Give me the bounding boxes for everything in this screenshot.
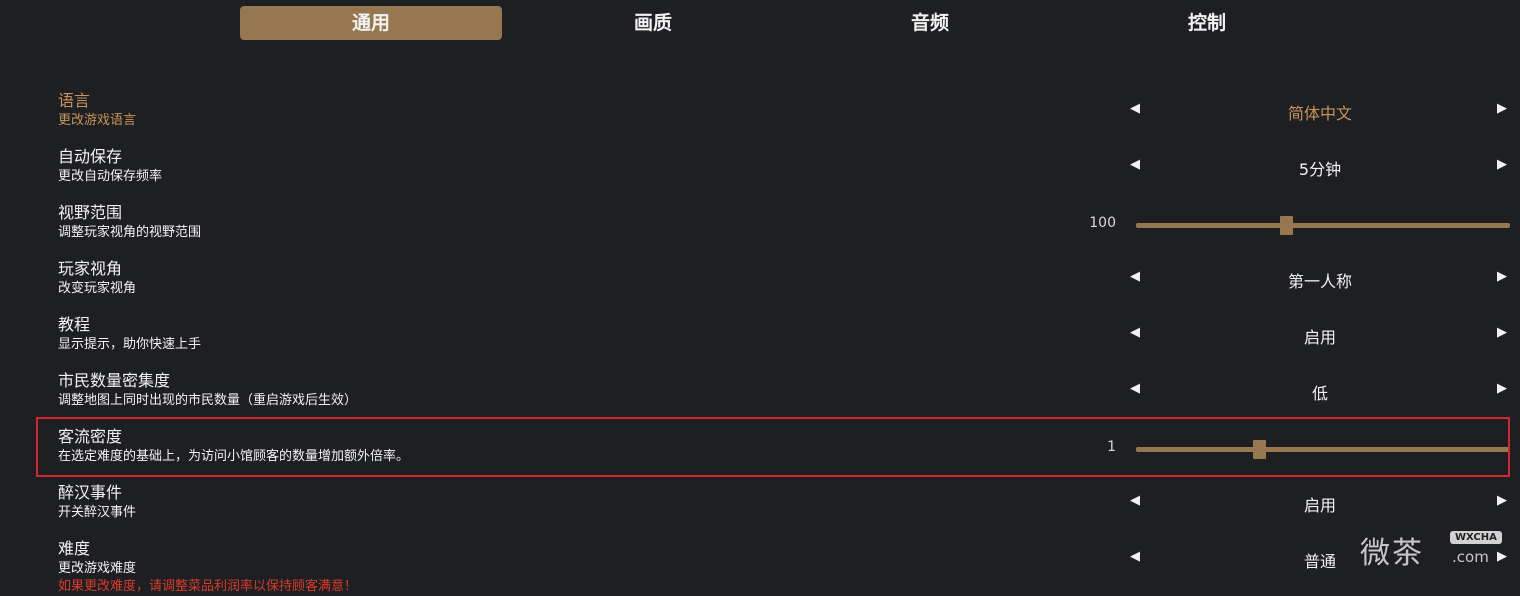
setting-value: 启用	[1303, 328, 1336, 347]
tab-bar: 通用 画质 音频 控制	[0, 0, 1520, 48]
setting-description: 更改游戏语言	[58, 113, 137, 128]
watermark-badge: WXCHA	[1450, 531, 1502, 544]
setting-value: 启用	[1303, 496, 1336, 515]
setting-row-language: 语言 更改游戏语言 ◀ 简体中文 ▶	[0, 90, 1520, 146]
tab-audio[interactable]: 音频	[837, 6, 1023, 40]
arrow-right-icon[interactable]: ▶	[1497, 325, 1507, 340]
setting-title: 视野范围	[58, 203, 123, 222]
arrow-left-icon[interactable]: ◀	[1130, 101, 1140, 116]
setting-value: 低	[1311, 384, 1328, 403]
arrow-left-icon[interactable]: ◀	[1130, 269, 1140, 284]
watermark-text: 微茶	[1360, 536, 1424, 571]
tab-graphics[interactable]: 画质	[560, 6, 746, 40]
setting-title: 自动保存	[58, 147, 123, 166]
fov-slider[interactable]	[1136, 216, 1510, 235]
setting-description: 调整地图上同时出现的市民数量（重启游戏后生效）	[58, 393, 358, 408]
setting-title: 语言	[58, 91, 91, 110]
arrow-right-icon[interactable]: ▶	[1497, 493, 1507, 508]
setting-title: 玩家视角	[58, 259, 123, 278]
setting-value: 简体中文	[1287, 104, 1352, 123]
setting-description: 更改自动保存频率	[58, 169, 163, 184]
setting-title: 市民数量密集度	[58, 371, 171, 390]
tab-controls[interactable]: 控制	[1114, 6, 1300, 40]
setting-description: 调整玩家视角的视野范围	[58, 225, 202, 240]
setting-row-perspective: 玩家视角 改变玩家视角 ◀ 第一人称 ▶	[0, 258, 1520, 314]
slider-thumb[interactable]	[1279, 216, 1293, 235]
watermark: 微茶 WXCHA .com	[1360, 528, 1502, 572]
watermark-domain: .com	[1452, 548, 1489, 566]
arrow-right-icon[interactable]: ▶	[1497, 157, 1507, 172]
arrow-left-icon[interactable]: ◀	[1130, 381, 1140, 396]
arrow-left-icon[interactable]: ◀	[1130, 325, 1140, 340]
setting-title: 醉汉事件	[58, 483, 123, 502]
arrow-right-icon[interactable]: ▶	[1497, 381, 1507, 396]
difficulty-warning: 如果更改难度，请调整菜品利润率以保持顾客满意！	[58, 579, 358, 594]
arrow-left-icon[interactable]: ◀	[1130, 493, 1140, 508]
setting-row-drunk-event: 醉汉事件 开关醉汉事件 ◀ 启用 ▶	[0, 482, 1520, 538]
setting-description: 改变玩家视角	[58, 281, 137, 296]
tab-general[interactable]: 通用	[240, 6, 502, 40]
slider-value: 100	[1089, 215, 1116, 231]
setting-value: 第一人称	[1287, 272, 1352, 291]
highlight-outline	[36, 417, 1510, 477]
setting-description: 更改游戏难度	[58, 561, 137, 576]
setting-row-tutorial: 教程 显示提示，助你快速上手 ◀ 启用 ▶	[0, 314, 1520, 370]
setting-value: 5分钟	[1298, 160, 1342, 179]
setting-row-fov: 视野范围 调整玩家视角的视野范围 100	[0, 202, 1520, 258]
setting-description: 开关醉汉事件	[58, 505, 137, 520]
arrow-left-icon[interactable]: ◀	[1130, 549, 1140, 564]
arrow-right-icon[interactable]: ▶	[1497, 269, 1507, 284]
setting-row-autosave: 自动保存 更改自动保存频率 ◀ 5分钟 ▶	[0, 146, 1520, 202]
setting-title: 教程	[58, 315, 91, 334]
arrow-left-icon[interactable]: ◀	[1130, 157, 1140, 172]
setting-description: 显示提示，助你快速上手	[58, 337, 202, 352]
arrow-right-icon[interactable]: ▶	[1497, 101, 1507, 116]
setting-title: 难度	[58, 539, 91, 558]
